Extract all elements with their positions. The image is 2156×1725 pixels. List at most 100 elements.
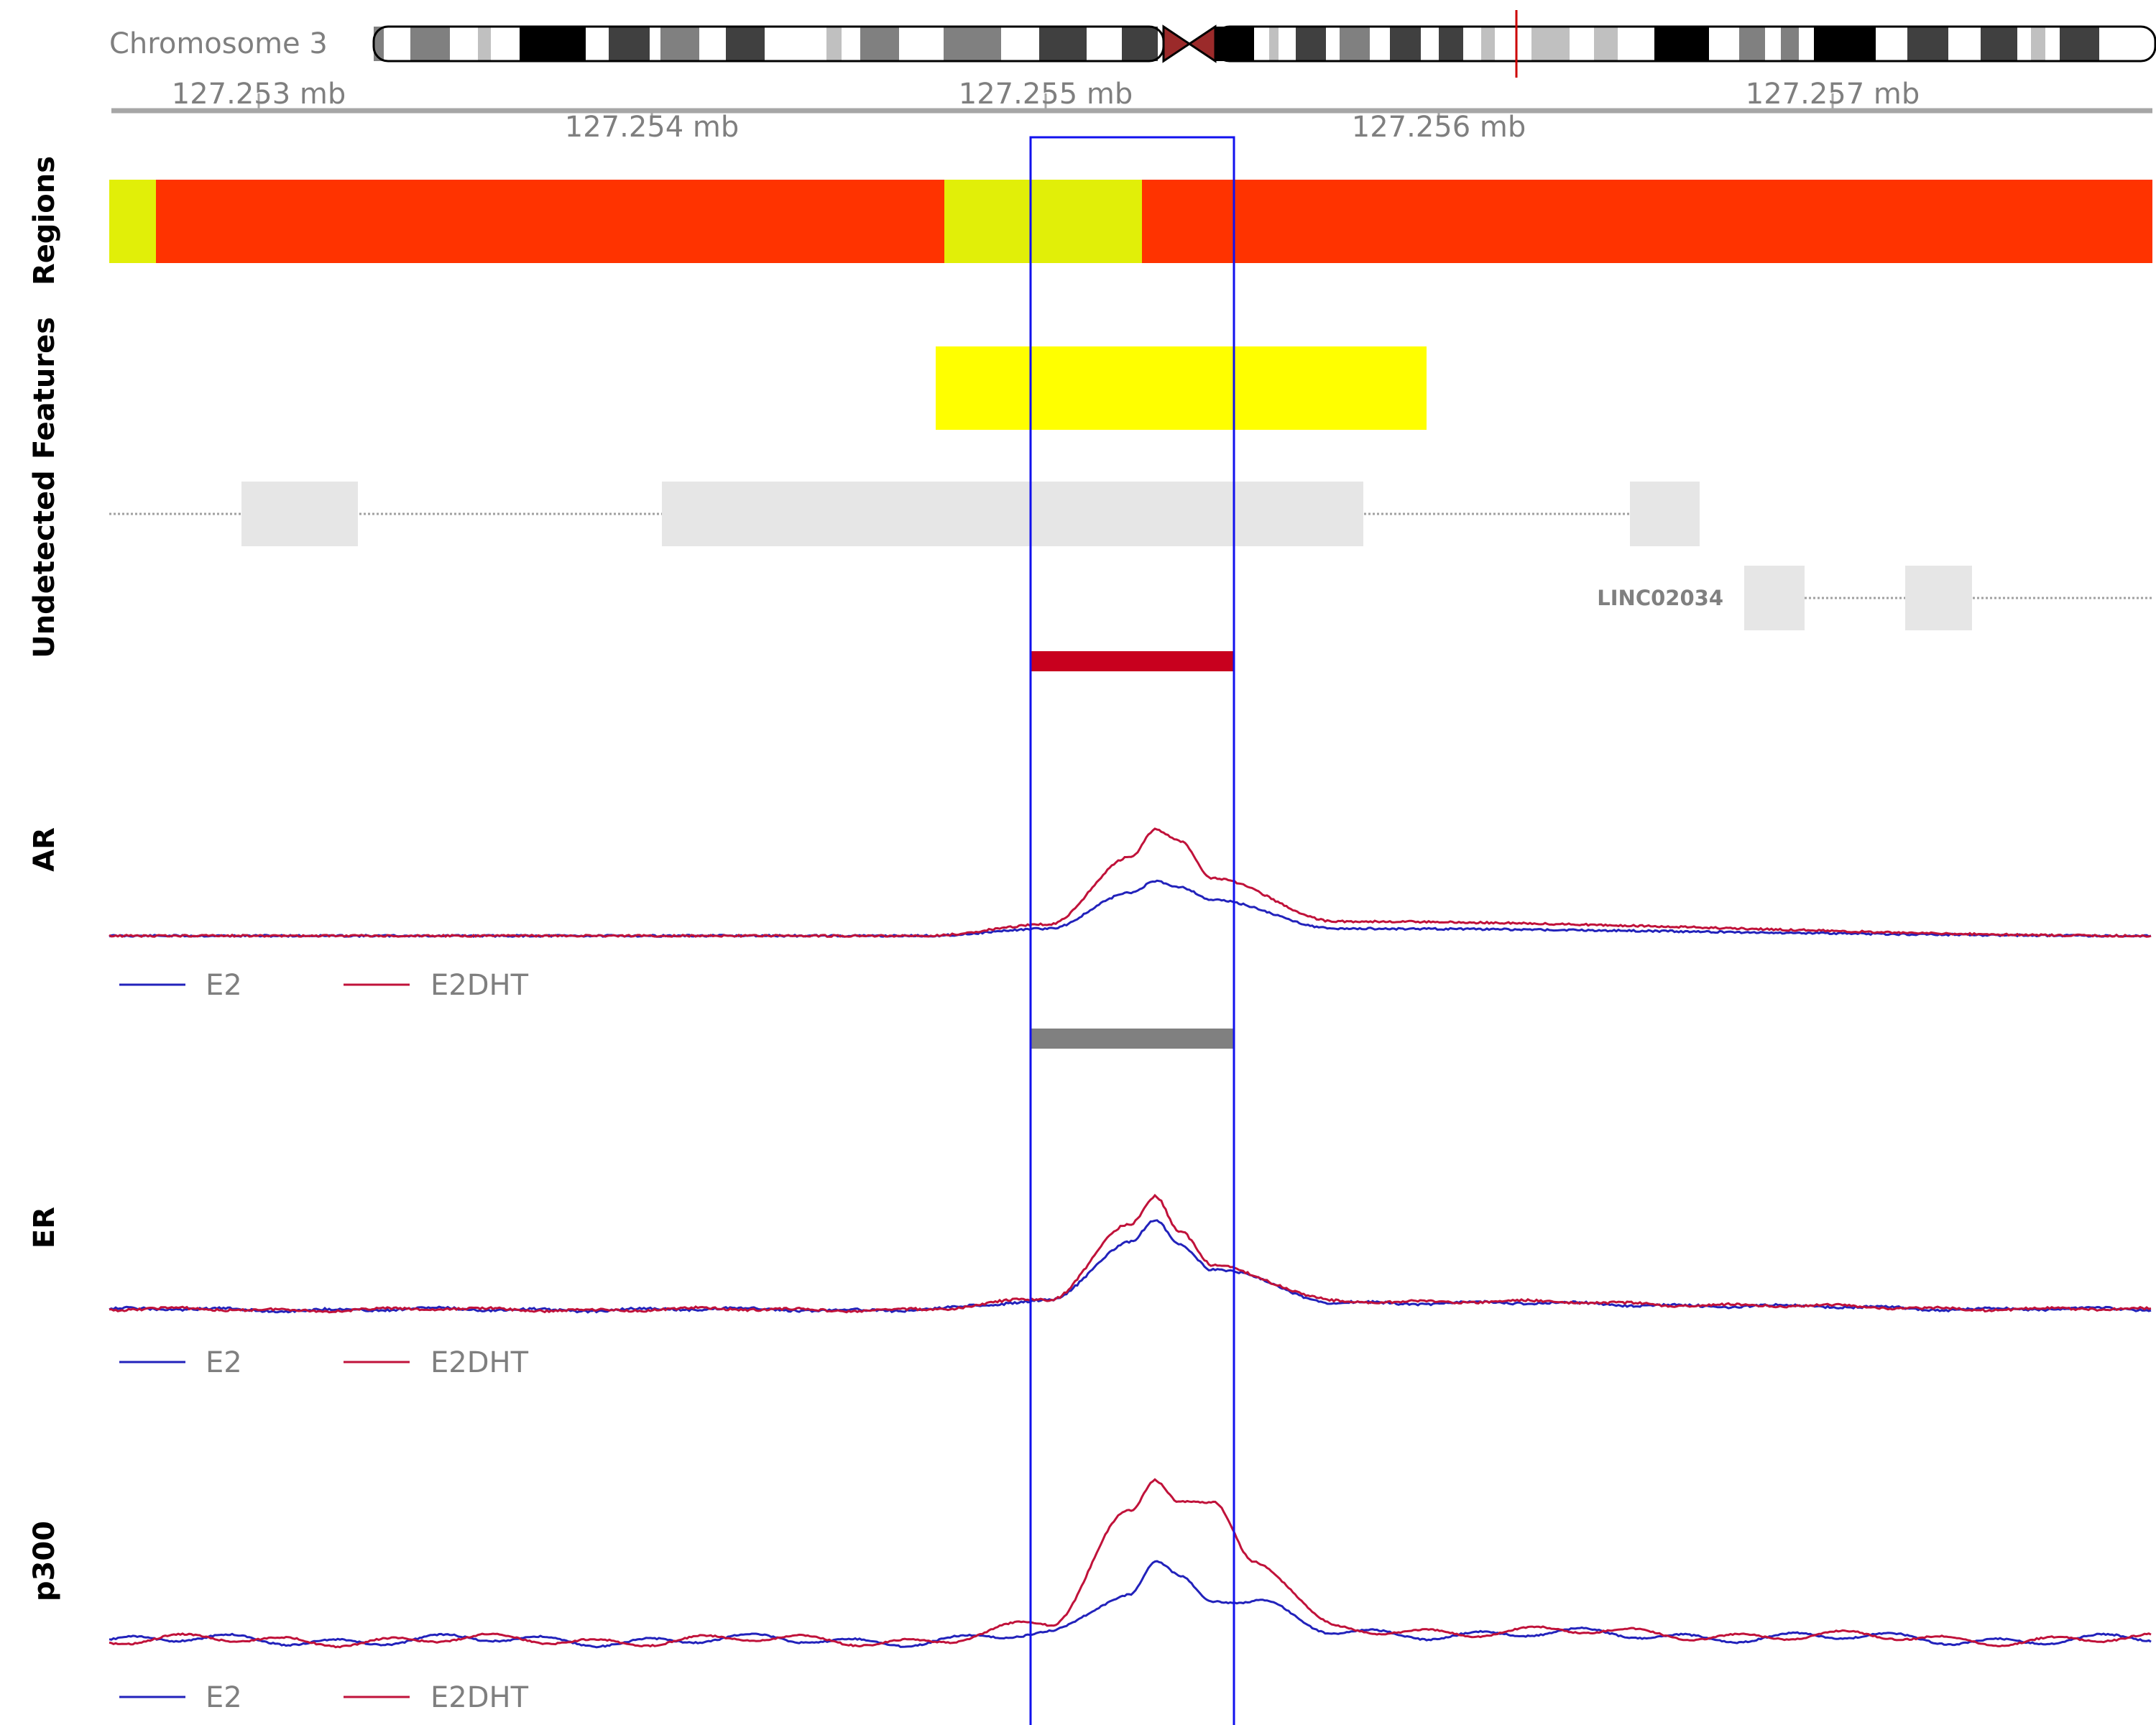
cytoband xyxy=(1340,27,1370,61)
er-peak-call xyxy=(1031,1029,1234,1049)
region-block xyxy=(1142,180,2152,263)
cytoband xyxy=(2060,27,2099,61)
cytoband xyxy=(1594,27,1618,61)
axis-tick-label: 127.257 mb xyxy=(1746,78,1920,111)
signal-line-e2 xyxy=(109,1219,2152,1314)
p300-legend: E2 E2DHT xyxy=(119,1681,529,1714)
regions-track xyxy=(109,180,2152,263)
axis-tick-label: 127.255 mb xyxy=(959,78,1133,111)
cytoband xyxy=(1087,27,1122,61)
cytoband xyxy=(1907,27,1948,61)
axis-tick-label: 127.254 mb xyxy=(565,111,739,144)
cytoband xyxy=(1296,27,1326,61)
track-title-er: ER xyxy=(28,1207,61,1248)
features-track xyxy=(936,346,1427,430)
cytoband xyxy=(410,27,450,61)
cytoband xyxy=(1765,27,1781,61)
gene-exon xyxy=(1905,566,1972,630)
cytoband xyxy=(1814,27,1876,61)
cytoband xyxy=(1122,27,1158,61)
ideogram-bands xyxy=(374,27,2155,61)
cytoband xyxy=(1370,27,1390,61)
gene-label-linc02034: LINC02034 xyxy=(1597,586,1723,610)
cytoband xyxy=(1709,27,1739,61)
track-title-features: Features xyxy=(28,317,61,459)
centromere-left xyxy=(1162,24,1192,63)
cytoband xyxy=(699,27,726,61)
legend-label-e2: E2 xyxy=(206,969,242,1002)
genome-axis: 127.253 mb 127.255 mb 127.257 mb 127.254… xyxy=(111,78,2152,144)
genome-browser-figure: Chromosome 3 127.253 mb 127.255 mb 127.2… xyxy=(28,10,2156,1725)
axis-tick-label: 127.253 mb xyxy=(172,78,346,111)
cytoband xyxy=(1739,27,1765,61)
cytoband xyxy=(1463,27,1481,61)
track-title-p300: p300 xyxy=(28,1521,61,1601)
cytoband xyxy=(1481,27,1495,61)
er-legend: E2 E2DHT xyxy=(119,1346,529,1379)
cytoband xyxy=(1981,27,2017,61)
cytoband xyxy=(1326,27,1340,61)
cytoband xyxy=(1269,27,1279,61)
cytoband xyxy=(944,27,1001,61)
cytoband xyxy=(2099,27,2155,61)
cytoband xyxy=(1421,27,1439,61)
ar-legend: E2 E2DHT xyxy=(119,969,529,1002)
cytoband xyxy=(650,27,660,61)
legend-label-e2: E2 xyxy=(206,1346,242,1379)
chromosome-ideogram: Chromosome 3 xyxy=(109,10,2156,78)
gene-exon xyxy=(241,482,358,546)
cytoband xyxy=(1390,27,1421,61)
legend-label-e2dht: E2DHT xyxy=(430,1681,529,1714)
cytoband xyxy=(1654,27,1709,61)
cytoband xyxy=(1495,27,1531,61)
gene-exon xyxy=(662,482,1363,546)
track-title-undetected: Undetected xyxy=(28,470,61,658)
cytoband xyxy=(1039,27,1087,61)
cytoband xyxy=(1570,27,1594,61)
signal-line-e2dht xyxy=(109,827,2152,938)
centromere-right xyxy=(1187,24,1217,63)
legend-label-e2dht: E2DHT xyxy=(430,969,529,1002)
ar-signal-plot xyxy=(109,827,2152,939)
cytoband xyxy=(384,27,410,61)
axis-tick-label: 127.256 mb xyxy=(1352,111,1526,144)
region-block xyxy=(944,180,1142,263)
cytoband xyxy=(1439,27,1463,61)
cytoband xyxy=(450,27,478,61)
cytoband xyxy=(2045,27,2060,61)
track-title-regions: Regions xyxy=(28,156,61,285)
legend-label-e2: E2 xyxy=(206,1681,242,1714)
cytoband xyxy=(2031,27,2045,61)
cytoband xyxy=(826,27,842,61)
cytoband xyxy=(1876,27,1907,61)
gene-exon xyxy=(1744,566,1805,630)
cytoband xyxy=(860,27,899,61)
cytoband xyxy=(1254,27,1269,61)
cytoband xyxy=(1618,27,1654,61)
region-block xyxy=(109,180,156,263)
cytoband xyxy=(899,27,944,61)
cytoband xyxy=(1948,27,1981,61)
cytoband xyxy=(478,27,491,61)
cytoband xyxy=(842,27,860,61)
cytoband xyxy=(1531,27,1570,61)
legend-label-e2dht: E2DHT xyxy=(430,1346,529,1379)
feature-block xyxy=(936,346,1427,430)
cytoband xyxy=(765,27,826,61)
cytoband xyxy=(1781,27,1799,61)
cytoband xyxy=(2017,27,2031,61)
cytoband xyxy=(520,27,586,61)
ar-peak-call xyxy=(1031,651,1234,671)
cytoband xyxy=(1001,27,1039,61)
gene-track: LINC02034 xyxy=(109,482,2152,630)
cytoband xyxy=(726,27,765,61)
signal-line-e2dht xyxy=(109,1478,2152,1649)
signal-line-e2 xyxy=(109,1560,2152,1649)
cytoband xyxy=(374,27,384,61)
track-title-ar: AR xyxy=(28,827,61,872)
gene-exon xyxy=(1630,482,1700,546)
cytoband xyxy=(491,27,520,61)
signal-line-e2 xyxy=(109,879,2152,939)
p300-signal-plot xyxy=(109,1478,2152,1649)
chromosome-label: Chromosome 3 xyxy=(109,27,328,60)
